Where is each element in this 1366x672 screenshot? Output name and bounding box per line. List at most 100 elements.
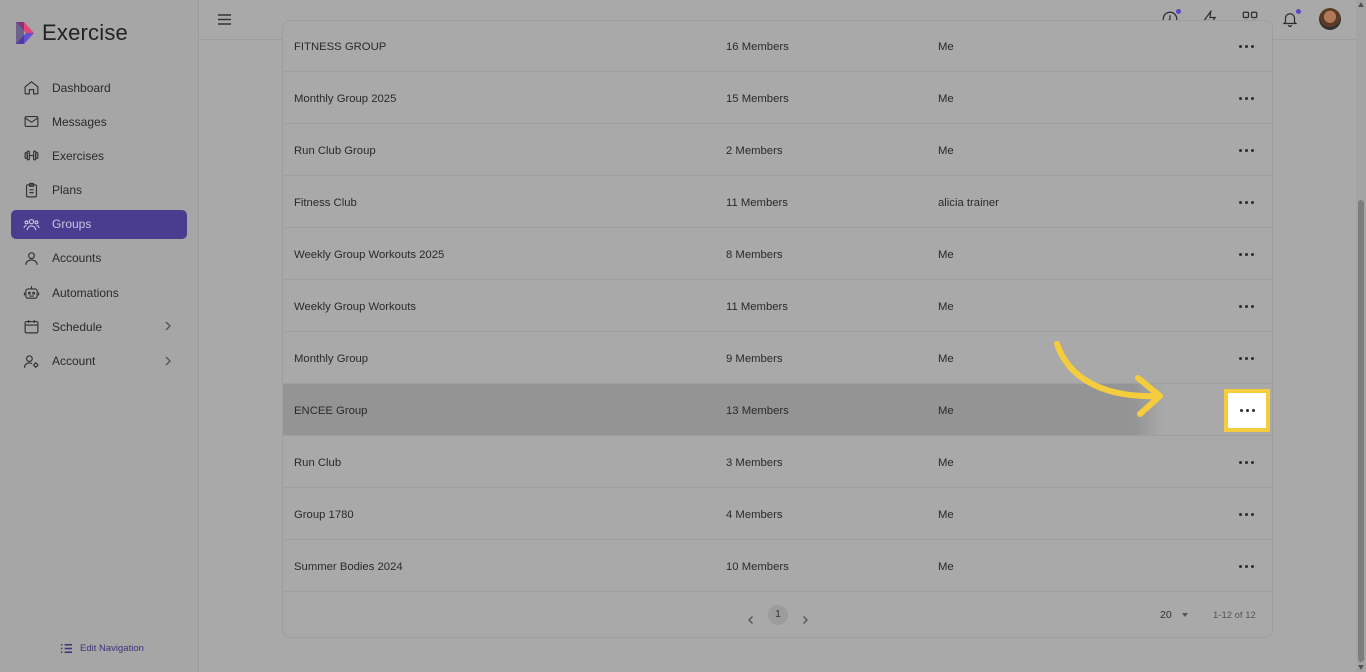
more-options-icon[interactable] bbox=[1236, 93, 1256, 103]
dot bbox=[1238, 304, 1242, 308]
sidebar-nav: Dashboard Messages Exercises Plans Group… bbox=[11, 73, 187, 381]
sidebar-item-label: Dashboard bbox=[52, 80, 111, 95]
chevron-right-icon bbox=[163, 320, 173, 332]
group-name[interactable]: Monthly Group bbox=[294, 353, 368, 365]
sidebar-item-label: Accounts bbox=[52, 251, 102, 266]
sidebar-item-automations[interactable]: Automations bbox=[11, 278, 187, 307]
dot bbox=[1238, 356, 1242, 360]
home-icon bbox=[23, 79, 40, 96]
member-count: 11 Members bbox=[726, 197, 788, 209]
dot bbox=[1238, 96, 1242, 100]
dot bbox=[1244, 148, 1248, 152]
dot bbox=[1250, 460, 1254, 464]
more-options-icon[interactable] bbox=[1236, 561, 1256, 571]
table-row[interactable]: Weekly Group Workouts 11 Members Me bbox=[283, 280, 1272, 332]
group-owner: Me bbox=[938, 41, 954, 53]
sidebar-item-schedule[interactable]: Schedule bbox=[11, 312, 187, 341]
group-name[interactable]: Monthly Group 2025 bbox=[294, 93, 396, 105]
app-logo[interactable]: Exercise bbox=[14, 20, 128, 46]
dot bbox=[1238, 200, 1242, 204]
more-options-icon[interactable] bbox=[1236, 457, 1256, 467]
table-row[interactable]: Fitness Club 11 Members alicia trainer bbox=[283, 176, 1272, 228]
more-options-icon[interactable] bbox=[1236, 145, 1256, 155]
group-owner: Me bbox=[938, 353, 954, 365]
dot bbox=[1238, 564, 1242, 568]
more-options-icon[interactable] bbox=[1236, 41, 1256, 51]
edit-navigation-link[interactable]: Edit Navigation bbox=[60, 642, 144, 655]
sidebar-item-label: Messages bbox=[52, 114, 107, 129]
notification-dot bbox=[1176, 9, 1181, 14]
dot bbox=[1250, 356, 1254, 360]
group-name[interactable]: Group 1780 bbox=[294, 509, 354, 521]
group-name[interactable]: Run Club Group bbox=[294, 145, 376, 157]
table-row[interactable]: Summer Bodies 2024 10 Members Me bbox=[283, 540, 1272, 592]
chevron-left-icon[interactable] bbox=[746, 612, 756, 624]
caret-down-icon bbox=[1181, 613, 1188, 617]
group-name[interactable]: Run Club bbox=[294, 457, 341, 469]
group-owner: Me bbox=[938, 457, 954, 469]
table-row[interactable]: Run Club Group 2 Members Me bbox=[283, 124, 1272, 176]
dot bbox=[1238, 252, 1242, 256]
member-count: 3 Members bbox=[726, 457, 783, 469]
scroll-down-icon[interactable] bbox=[1358, 665, 1364, 670]
more-options-icon[interactable] bbox=[1236, 249, 1256, 259]
dot bbox=[1245, 409, 1249, 412]
page-size-value: 20 bbox=[1160, 609, 1172, 621]
scrollbar[interactable] bbox=[1356, 0, 1366, 672]
sidebar-item-label: Groups bbox=[52, 217, 92, 232]
member-count: 8 Members bbox=[726, 249, 783, 261]
page-number[interactable]: 1 bbox=[768, 605, 788, 625]
group-name[interactable]: FITNESS GROUP bbox=[294, 41, 386, 53]
group-name[interactable]: Weekly Group Workouts 2025 bbox=[294, 249, 444, 261]
dot bbox=[1250, 304, 1254, 308]
more-options-icon[interactable] bbox=[1236, 509, 1256, 519]
table-row[interactable]: Group 1780 4 Members Me bbox=[283, 488, 1272, 540]
chevron-right-icon[interactable] bbox=[800, 612, 810, 624]
dot bbox=[1244, 252, 1248, 256]
pagination-range: 1-12 of 12 bbox=[1213, 610, 1256, 621]
dot bbox=[1250, 44, 1254, 48]
hamburger-menu-icon[interactable] bbox=[217, 12, 232, 27]
notification-dot bbox=[1296, 9, 1301, 14]
member-count: 2 Members bbox=[726, 145, 783, 157]
table-row[interactable]: Run Club 3 Members Me bbox=[283, 436, 1272, 488]
dot bbox=[1244, 96, 1248, 100]
member-count: 9 Members bbox=[726, 353, 783, 365]
dumbbell-icon bbox=[23, 147, 40, 164]
sidebar-item-account[interactable]: Account bbox=[11, 347, 187, 376]
sidebar-item-dashboard[interactable]: Dashboard bbox=[11, 73, 187, 102]
table-row[interactable]: FITNESS GROUP 16 Members Me bbox=[283, 21, 1272, 72]
group-name[interactable]: Weekly Group Workouts bbox=[294, 301, 416, 313]
sidebar-item-label: Schedule bbox=[52, 319, 103, 334]
pagination: 1 20 1-12 of 12 bbox=[283, 599, 1272, 637]
sidebar-item-accounts[interactable]: Accounts bbox=[11, 244, 187, 273]
group-name[interactable]: Fitness Club bbox=[294, 197, 357, 209]
scrollbar-thumb[interactable] bbox=[1358, 200, 1364, 662]
table-row[interactable]: Weekly Group Workouts 2025 8 Members Me bbox=[283, 228, 1272, 280]
scroll-up-icon[interactable] bbox=[1358, 2, 1364, 7]
user-icon bbox=[23, 250, 40, 267]
member-count: 15 Members bbox=[726, 93, 789, 105]
sidebar-item-plans[interactable]: Plans bbox=[11, 176, 187, 205]
bell-icon[interactable] bbox=[1281, 9, 1301, 28]
sidebar-item-exercises[interactable]: Exercises bbox=[11, 141, 187, 170]
highlighted-more-options-button[interactable] bbox=[1224, 389, 1270, 432]
page-size-select[interactable]: 20 bbox=[1160, 609, 1188, 621]
list-icon bbox=[60, 644, 73, 653]
group-name[interactable]: ENCEE Group bbox=[294, 405, 367, 417]
dot bbox=[1244, 356, 1248, 360]
more-options-icon[interactable] bbox=[1236, 197, 1256, 207]
group-name[interactable]: Summer Bodies 2024 bbox=[294, 561, 403, 573]
sidebar-item-messages[interactable]: Messages bbox=[11, 107, 187, 136]
group-owner: Me bbox=[938, 93, 954, 105]
dot bbox=[1244, 304, 1248, 308]
more-options-icon[interactable] bbox=[1236, 353, 1256, 363]
dot bbox=[1244, 512, 1248, 516]
member-count: 16 Members bbox=[726, 41, 789, 53]
dot bbox=[1239, 409, 1243, 412]
sidebar-item-groups[interactable]: Groups bbox=[11, 209, 187, 239]
avatar[interactable] bbox=[1319, 8, 1341, 30]
groups-table: FITNESS GROUP 16 Members Me Monthly Group 2… bbox=[282, 20, 1273, 638]
table-row[interactable]: Monthly Group 2025 15 Members Me bbox=[283, 72, 1272, 124]
more-options-icon[interactable] bbox=[1236, 301, 1256, 311]
